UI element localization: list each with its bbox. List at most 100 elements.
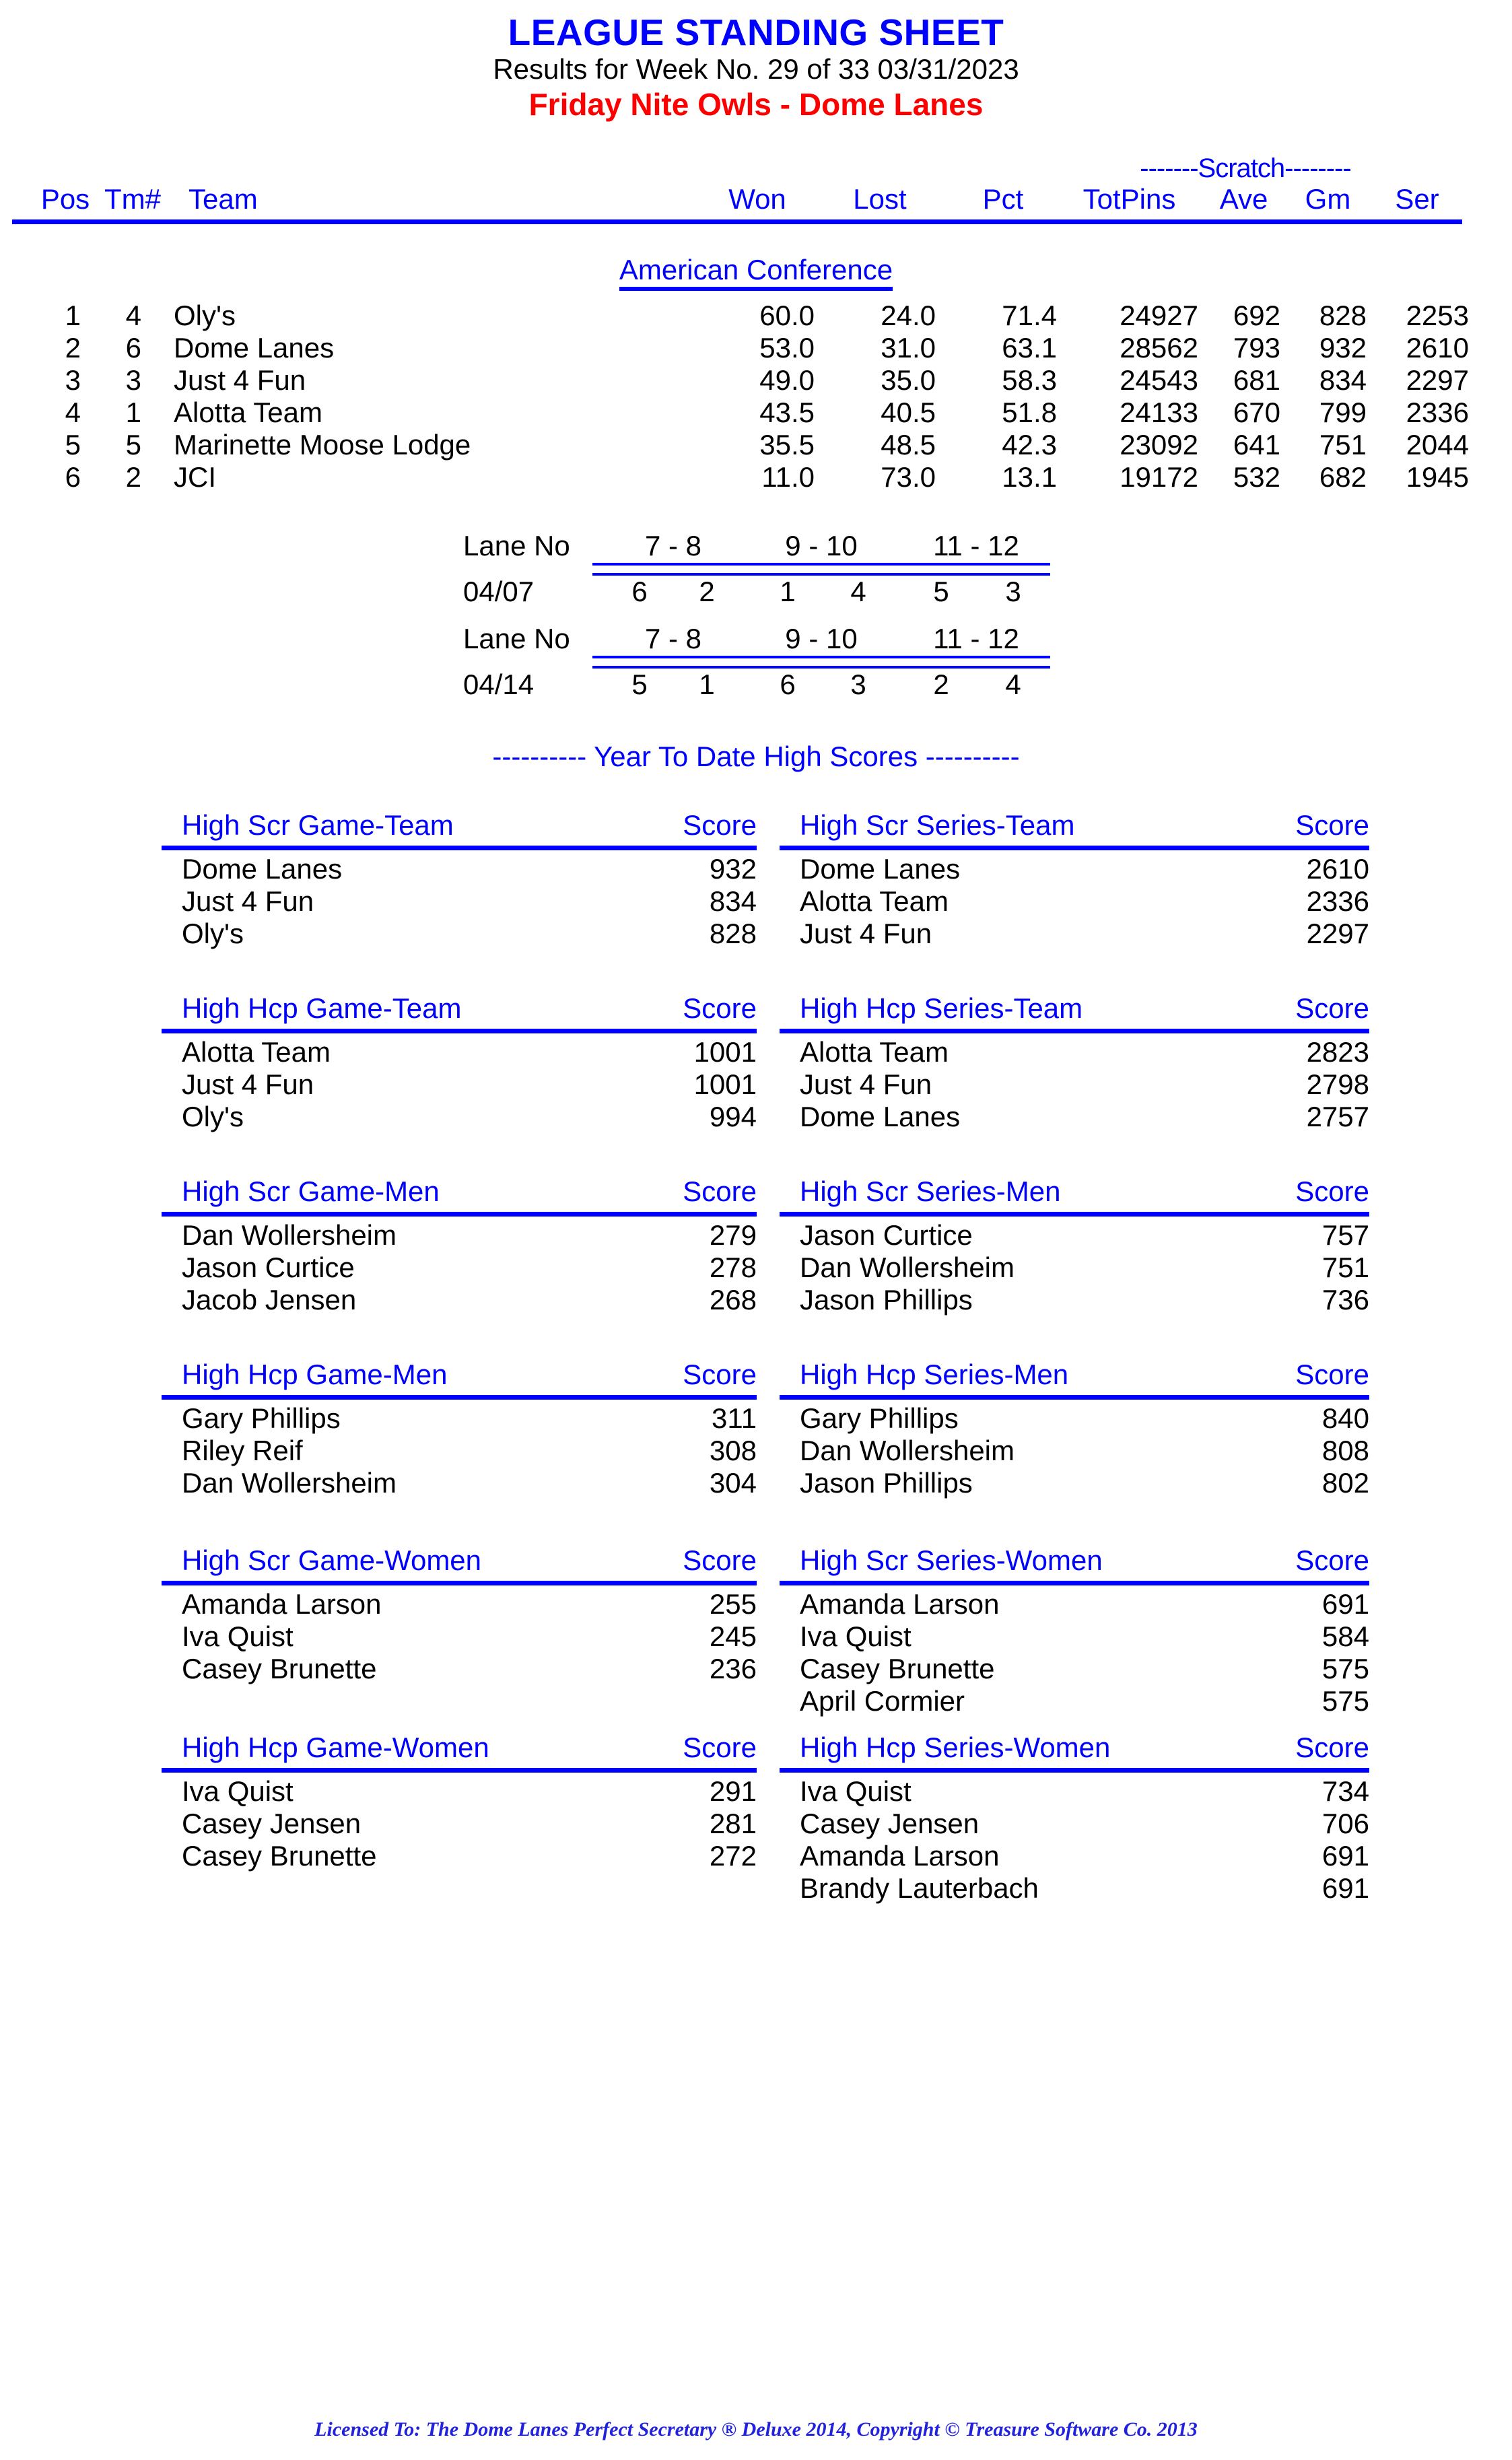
high-score-category-label: High Hcp Series-Women	[800, 1732, 1111, 1763]
high-score-entry-name: Oly's	[182, 1101, 244, 1132]
high-score-entry-name: Dan Wollersheim	[800, 1435, 1015, 1466]
standings-cell-won: 49.0	[759, 364, 815, 396]
lane-team-number: 1	[780, 576, 796, 607]
column-header-totpins: TotPins	[1083, 183, 1176, 215]
standings-cell-lost: 48.5	[881, 429, 936, 460]
standings-cell-pct: 71.4	[1002, 300, 1057, 331]
high-score-row: Iva Quist 584	[780, 1621, 1369, 1653]
high-score-entry-score: 706	[1321, 1808, 1369, 1839]
footer-license: Licensed To: The Dome Lanes Perfect Secr…	[314, 2418, 1198, 2440]
standings-row: 3 3 Just 4 Fun 49.0 35.0 58.3 24543 681 834 2297	[0, 364, 1512, 397]
standings-body: 1 4 Oly's 60.0 24.0 71.4 24927 692 828 2253 2 6 Dome…	[0, 300, 1512, 493]
high-score-rows: Iva Quist 291 Casey Jensen 281 Casey Brunett…	[162, 1776, 757, 1873]
conference-heading: American Conference	[0, 254, 1512, 291]
high-score-entry-score: 575	[1321, 1653, 1369, 1684]
high-score-category-label: High Scr Game-Women	[182, 1544, 482, 1576]
high-score-table-right: High Scr Series-Men Score Jason Curtice 757…	[780, 1175, 1369, 1316]
lane-team-number: 3	[1005, 576, 1021, 607]
standings-cell-won: 43.5	[759, 397, 815, 428]
lane-team-number: 5	[631, 669, 648, 700]
high-score-table-header: High Hcp Game-Women Score	[162, 1732, 757, 1767]
lane-team-number: 2	[699, 576, 715, 607]
lane-team-number: 6	[631, 576, 648, 607]
lane-schedule-rule	[592, 563, 1050, 576]
high-score-header-rule	[162, 1768, 757, 1773]
high-score-table-right: High Hcp Series-Women Score Iva Quist 734 Ca…	[780, 1732, 1369, 1904]
high-score-entry-name: Oly's	[182, 918, 244, 949]
high-score-category-label: High Scr Series-Men	[800, 1175, 1061, 1207]
high-score-entry-score: 575	[1321, 1685, 1369, 1717]
high-score-entry-score: 734	[1321, 1775, 1369, 1807]
column-header-ser: Ser	[1395, 183, 1439, 215]
high-score-category-label: High Hcp Game-Women	[182, 1732, 489, 1763]
high-score-table-header: High Scr Game-Women Score	[162, 1544, 757, 1579]
high-score-row: Jacob Jensen 268	[162, 1285, 757, 1317]
high-score-header-rule	[780, 1212, 1369, 1217]
column-header-ave: Ave	[1219, 183, 1268, 215]
standings-cell-gm: 751	[1319, 429, 1367, 460]
high-score-entry-name: Casey Jensen	[182, 1808, 362, 1839]
high-score-rows: Alotta Team 2823 Just 4 Fun 2798 Dome Lanes 2…	[780, 1037, 1369, 1134]
high-score-rows: Amanda Larson 691 Iva Quist 584 Casey Brunet…	[780, 1589, 1369, 1718]
high-score-row: Amanda Larson 691	[780, 1841, 1369, 1873]
standings-cell-team: Dome Lanes	[174, 332, 335, 364]
high-score-entry-name: Brandy Lauterbach	[800, 1872, 1039, 1904]
high-score-entry-name: Iva Quist	[800, 1620, 912, 1652]
high-score-row: April Cormier 575	[780, 1686, 1369, 1718]
high-score-table-header: High Hcp Game-Team Score	[162, 992, 757, 1027]
standings-cell-tm: 5	[125, 429, 141, 460]
high-score-entry-name: Iva Quist	[182, 1620, 294, 1652]
high-score-table-left: High Hcp Game-Team Score Alotta Team 1001 Ju…	[162, 992, 757, 1132]
high-score-column-header: Score	[1295, 1359, 1369, 1390]
high-score-entry-score: 691	[1321, 1872, 1369, 1904]
high-score-header-rule	[162, 1029, 757, 1033]
high-score-entry-score: 2798	[1306, 1068, 1369, 1100]
high-score-category-label: High Scr Series-Women	[800, 1544, 1103, 1576]
high-score-entry-name: Casey Jensen	[800, 1808, 980, 1839]
high-score-row: Casey Jensen 281	[162, 1808, 757, 1841]
standings-cell-pos: 5	[65, 429, 81, 460]
high-score-column-header: Score	[683, 1732, 757, 1763]
standings-cell-lost: 73.0	[881, 461, 936, 493]
high-score-entry-name: Gary Phillips	[800, 1402, 959, 1434]
high-score-entry-name: Just 4 Fun	[182, 885, 314, 917]
standings-cell-ave: 670	[1233, 397, 1280, 428]
high-score-header-rule	[162, 1395, 757, 1400]
high-score-entry-score: 1001	[693, 1036, 757, 1068]
standings-cell-lost: 31.0	[881, 332, 936, 364]
high-score-category-label: High Hcp Game-Men	[182, 1359, 448, 1390]
high-score-entry-score: 802	[1321, 1467, 1369, 1499]
standings-cell-tm: 1	[125, 397, 141, 428]
high-score-entry-name: Jason Curtice	[800, 1219, 973, 1251]
high-score-entry-score: 2610	[1306, 853, 1369, 885]
lane-team-number: 2	[933, 669, 949, 700]
high-score-row: Dan Wollersheim 304	[162, 1468, 757, 1500]
high-score-entry-score: 808	[1321, 1435, 1369, 1466]
column-header-pos: Pos	[40, 183, 90, 215]
standings-cell-pct: 42.3	[1002, 429, 1057, 460]
high-score-entry-name: Jason Phillips	[800, 1467, 973, 1499]
high-score-header-rule	[780, 846, 1369, 850]
standings-cell-pct: 13.1	[1002, 461, 1057, 493]
high-score-entry-score: 751	[1321, 1252, 1369, 1283]
standings-cell-ser: 2044	[1406, 429, 1469, 460]
high-score-entry-score: 308	[709, 1435, 757, 1466]
high-score-row: Dan Wollersheim 751	[780, 1252, 1369, 1285]
high-score-row: Iva Quist 734	[780, 1776, 1369, 1808]
high-score-entry-name: Dome Lanes	[800, 853, 961, 885]
standings-cell-tm: 3	[125, 364, 141, 396]
league-standing-sheet: LEAGUE STANDING SHEET Results for Week N…	[0, 0, 1512, 2460]
high-score-column-header: Score	[1295, 1732, 1369, 1763]
high-score-entry-name: Alotta Team	[800, 1036, 949, 1068]
high-score-row: Oly's 828	[162, 918, 757, 951]
high-score-entry-name: Amanda Larson	[800, 1840, 1000, 1872]
standings-cell-totpins: 28562	[1120, 332, 1198, 364]
high-score-table-header: High Scr Series-Men Score	[780, 1175, 1369, 1210]
standings-cell-won: 35.5	[759, 429, 815, 460]
page-header: LEAGUE STANDING SHEET Results for Week N…	[0, 12, 1512, 123]
high-score-category-label: High Scr Game-Team	[182, 809, 454, 841]
high-score-column-header: Score	[1295, 1544, 1369, 1576]
high-score-row: Dome Lanes 2610	[780, 854, 1369, 886]
high-score-row: Just 4 Fun 2798	[780, 1069, 1369, 1101]
standings-cell-lost: 35.0	[881, 364, 936, 396]
